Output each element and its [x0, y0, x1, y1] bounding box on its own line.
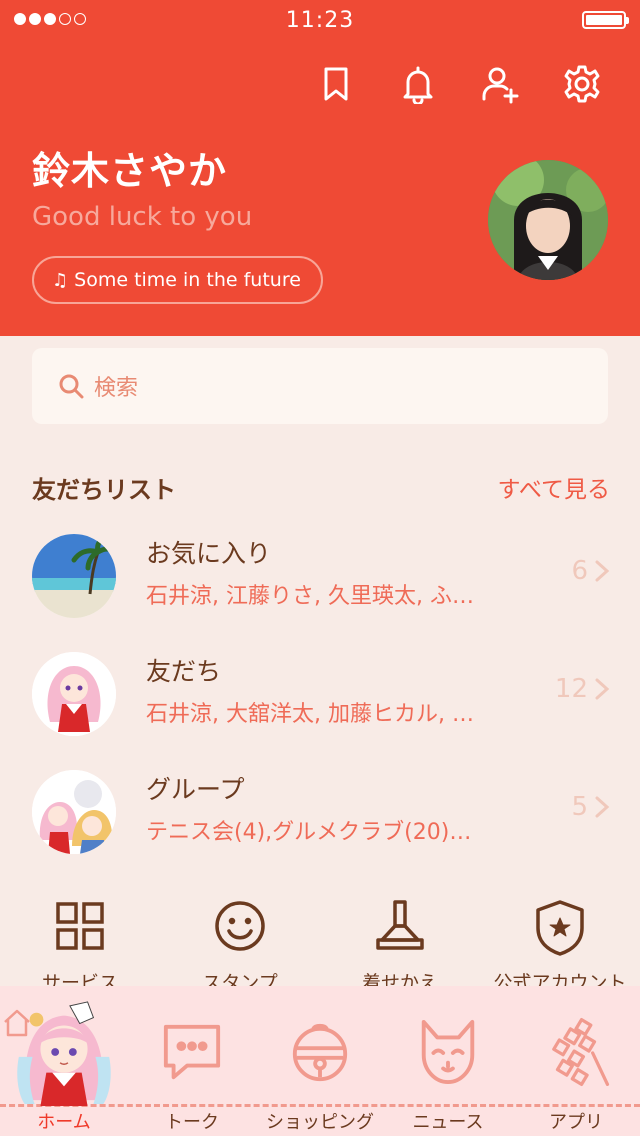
favorites-name: お気に入り: [146, 539, 272, 568]
groups-members: テニス会(4),グルメクラブ(20)…: [146, 820, 472, 845]
tab-news-label: ニュース: [412, 1112, 484, 1133]
tab-apps-label: アプリ: [549, 1112, 603, 1133]
tab-talk[interactable]: トーク: [128, 986, 256, 1136]
tab-home-label: ホーム: [37, 1112, 91, 1133]
battery-icon: [582, 11, 629, 29]
list-item-friends[interactable]: 友だち 石井涼, 大舘洋太, 加藤ヒカル, … 12: [32, 646, 610, 742]
gear-icon[interactable]: [560, 62, 604, 106]
chevron-right-icon: [595, 678, 610, 700]
official-account-button[interactable]: 公式アカウント: [480, 896, 640, 995]
search-icon: [59, 374, 84, 399]
tab-talk-label: トーク: [165, 1112, 219, 1133]
favorites-members: 石井涼, 江藤りさ, 久里瑛太, ふ…: [146, 584, 474, 609]
list-item-favorites[interactable]: お気に入り 石井涼, 江藤りさ, 久里瑛太, ふ… 6: [32, 528, 610, 624]
bell-ball-icon: [292, 1023, 348, 1082]
status-message[interactable]: Good luck to you: [32, 202, 252, 232]
smiley-icon: [215, 901, 265, 951]
groups-avatar: [32, 770, 116, 854]
profile-header: 11:23 鈴木さやか Good luck to you ♫ Some time…: [0, 0, 640, 336]
groups-count: 5: [571, 792, 588, 822]
fox-mask-icon: [421, 1019, 475, 1085]
friends-list-title: 友だちリスト: [32, 476, 176, 504]
groups-name: グループ: [146, 775, 245, 804]
bookmark-icon[interactable]: [314, 62, 358, 106]
tab-news[interactable]: ニュース: [384, 986, 512, 1136]
search-placeholder: 検索: [94, 376, 139, 401]
profile-avatar[interactable]: [488, 160, 608, 280]
bottom-tab-bar: ホーム トーク ショッピング ニュース アプリ: [0, 986, 640, 1136]
tab-shopping-label: ショッピング: [266, 1112, 374, 1133]
profile-music-label: Some time in the future: [74, 269, 301, 291]
list-item-groups[interactable]: グループ テニス会(4),グルメクラブ(20)… 5: [32, 764, 610, 860]
bell-icon[interactable]: [396, 62, 440, 106]
music-note-icon: ♫: [52, 269, 69, 291]
favorites-count: 6: [571, 556, 588, 586]
stamp-button[interactable]: スタンプ: [160, 896, 320, 995]
tab-shopping[interactable]: ショッピング: [256, 986, 384, 1136]
friends-members: 石井涼, 大舘洋太, 加藤ヒカル, …: [146, 702, 474, 727]
chevron-right-icon: [595, 796, 610, 818]
grid-icon: [56, 902, 104, 950]
status-bar: 11:23: [0, 0, 640, 40]
friends-avatar: [32, 652, 116, 736]
profile-name: 鈴木さやか: [32, 149, 228, 193]
brush-icon: [376, 900, 424, 950]
home-mascot-icon: [0, 1001, 128, 1106]
tab-home[interactable]: ホーム: [0, 986, 128, 1136]
service-button[interactable]: サービス: [0, 896, 160, 995]
see-all-link[interactable]: すべて見る: [498, 470, 610, 504]
friends-list-header: 友だちリスト すべて見る: [32, 468, 610, 504]
favorites-avatar: [32, 534, 116, 618]
add-friend-icon[interactable]: [478, 62, 522, 106]
shield-star-icon: [536, 900, 584, 956]
profile-music-button[interactable]: ♫ Some time in the future: [32, 256, 323, 304]
chevron-right-icon: [595, 560, 610, 582]
friends-count: 12: [554, 674, 588, 704]
friends-name: 友だち: [146, 657, 222, 686]
search-bar[interactable]: 検索: [32, 348, 608, 424]
status-time: 11:23: [285, 8, 355, 33]
chat-bubble-icon: [163, 1024, 221, 1080]
theme-button[interactable]: 着せかえ: [320, 896, 480, 995]
tab-apps[interactable]: アプリ: [512, 986, 640, 1136]
paper-streamer-icon: [552, 1018, 610, 1086]
